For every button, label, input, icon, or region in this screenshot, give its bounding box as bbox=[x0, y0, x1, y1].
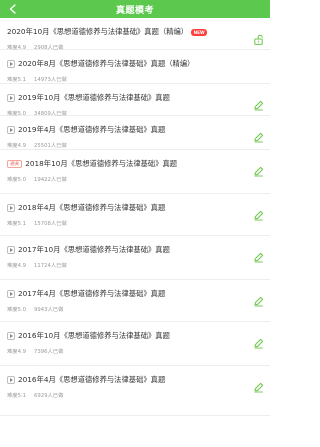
back-arrow-icon bbox=[9, 4, 16, 14]
edit-icon[interactable] bbox=[253, 334, 264, 349]
exam-list-item[interactable]: 2020年8月《思想道德修养与法律基础》真题（精编） 难度5.1 14973人已做 bbox=[0, 50, 270, 84]
exam-list-item[interactable]: 2019年4月《思想道德修养与法律基础》真题难度4.9 25501人已做 bbox=[0, 116, 270, 150]
exam-meta: 难度5.1 15708人已做 bbox=[7, 219, 75, 227]
exam-title: 2020年8月《思想道德修养与法律基础》真题（精编） bbox=[18, 59, 195, 68]
attempt-count: 11724人已做 bbox=[34, 263, 67, 269]
edit-icon[interactable] bbox=[253, 162, 264, 177]
exam-title-row: 2019年4月《思想道德修养与法律基础》真题 bbox=[7, 124, 240, 136]
unlock-icon[interactable] bbox=[253, 30, 264, 45]
exam-title: 2020年10月《思想道德修养与法律基础》真题（精编） bbox=[7, 27, 189, 36]
status-badge: 通关 bbox=[7, 160, 23, 168]
exam-meta: 难度4.9 11724人已做 bbox=[7, 261, 75, 269]
play-icon bbox=[7, 126, 15, 134]
exam-list-item[interactable]: 2016年4月《思想道德修养与法律基础》真题难度5.1 6929人已做 bbox=[0, 366, 270, 416]
exam-title: 2019年10月《思想道德修养与法律基础》真题 bbox=[18, 93, 170, 102]
exam-meta: 难度5.0 19422人已做 bbox=[7, 175, 75, 183]
attempt-count: 19422人已做 bbox=[34, 177, 67, 183]
exam-title: 2017年4月《思想道德修养与法律基础》真题 bbox=[18, 289, 166, 298]
exam-title-row: 2019年10月《思想道德修养与法律基础》真题 bbox=[7, 92, 240, 104]
play-icon bbox=[7, 376, 15, 384]
exam-title-row: 2017年10月《思想道德修养与法律基础》真题 bbox=[7, 244, 240, 256]
exam-title-row: 2016年10月《思想道德修养与法律基础》真题 bbox=[7, 330, 240, 342]
exam-list-item[interactable]: 2016年10月《思想道德修养与法律基础》真题难度4.9 7396人已做 bbox=[0, 322, 270, 366]
edit-icon[interactable] bbox=[253, 96, 264, 111]
edit-icon[interactable] bbox=[253, 206, 264, 221]
page-title: 真题模考 bbox=[115, 5, 154, 16]
exam-title: 2016年10月《思想道德修养与法律基础》真题 bbox=[18, 331, 170, 340]
difficulty-label: 难度5.1 bbox=[7, 221, 27, 227]
difficulty-label: 难度4.9 bbox=[7, 263, 27, 269]
exam-title: 2019年4月《思想道德修养与法律基础》真题 bbox=[18, 125, 166, 134]
exam-meta: 难度5.1 14973人已做 bbox=[7, 75, 75, 83]
attempt-count: 6929人已做 bbox=[34, 393, 64, 399]
exam-title-row: 2020年8月《思想道德修养与法律基础》真题（精编） bbox=[7, 58, 240, 70]
edit-icon[interactable] bbox=[253, 292, 264, 307]
difficulty-label: 难度5.0 bbox=[7, 177, 27, 183]
exam-meta: 难度5.0 9943人已做 bbox=[7, 305, 71, 313]
exam-title-row: 通关 2018年10月《思想道德修养与法律基础》真题 bbox=[7, 158, 240, 170]
back-button[interactable] bbox=[7, 4, 17, 14]
play-icon bbox=[7, 204, 15, 212]
attempt-count: 7396人已做 bbox=[34, 349, 64, 355]
edit-icon[interactable] bbox=[253, 378, 264, 393]
attempt-count: 9943人已做 bbox=[34, 307, 64, 313]
exam-title-row: 2016年4月《思想道德修养与法律基础》真题 bbox=[7, 374, 240, 386]
difficulty-label: 难度5.1 bbox=[7, 77, 27, 83]
edit-icon[interactable] bbox=[253, 248, 264, 263]
exam-list-item[interactable]: 通关 2018年10月《思想道德修养与法律基础》真题难度5.0 19422人已做 bbox=[0, 150, 270, 194]
exam-title-row: 2018年4月《思想道德修养与法律基础》真题 bbox=[7, 202, 240, 214]
play-icon bbox=[7, 246, 15, 254]
exam-list-item[interactable]: 2020年10月《思想道德修养与法律基础》真题（精编） NEW 难度4.9 2908人… bbox=[0, 18, 270, 51]
exam-title-row: 2017年4月《思想道德修养与法律基础》真题 bbox=[7, 288, 240, 300]
difficulty-label: 难度4.9 bbox=[7, 143, 27, 149]
play-icon bbox=[7, 290, 15, 298]
difficulty-label: 难度5.0 bbox=[7, 307, 27, 313]
difficulty-label: 难度4.9 bbox=[7, 349, 27, 355]
attempt-count: 14973人已做 bbox=[34, 77, 67, 83]
new-badge: NEW bbox=[191, 28, 208, 36]
exam-list-item[interactable]: 2019年10月《思想道德修养与法律基础》真题 难度5.0 34809人已做 bbox=[0, 84, 270, 117]
attempt-count: 25501人已做 bbox=[34, 143, 67, 149]
exam-title: 2018年4月《思想道德修养与法律基础》真题 bbox=[18, 203, 166, 212]
exam-title-row: 2020年10月《思想道德修养与法律基础》真题（精编） NEW bbox=[7, 26, 240, 38]
exam-meta: 难度4.9 7396人已做 bbox=[7, 347, 71, 355]
exam-meta: 难度4.9 25501人已做 bbox=[7, 141, 75, 149]
edit-icon[interactable] bbox=[253, 128, 264, 143]
exam-title: 2018年10月《思想道德修养与法律基础》真题 bbox=[25, 159, 178, 168]
exam-list-item[interactable]: 2018年4月《思想道德修养与法律基础》真题难度5.1 15708人已做 bbox=[0, 194, 270, 236]
exam-title: 2016年4月《思想道德修养与法律基础》真题 bbox=[18, 375, 166, 384]
play-icon bbox=[7, 332, 15, 340]
top-bar: 真题模考 bbox=[0, 0, 270, 18]
attempt-count: 15708人已做 bbox=[34, 221, 67, 227]
exam-meta: 难度5.1 6929人已做 bbox=[7, 391, 71, 399]
play-icon bbox=[7, 94, 15, 102]
difficulty-label: 难度5.1 bbox=[7, 393, 27, 399]
exam-list-item[interactable]: 2017年4月《思想道德修养与法律基础》真题难度5.0 9943人已做 bbox=[0, 280, 270, 322]
play-icon bbox=[7, 60, 15, 68]
exam-list-item[interactable]: 2017年10月《思想道德修养与法律基础》真题难度4.9 11724人已做 bbox=[0, 236, 270, 280]
exam-title: 2017年10月《思想道德修养与法律基础》真题 bbox=[18, 245, 170, 254]
